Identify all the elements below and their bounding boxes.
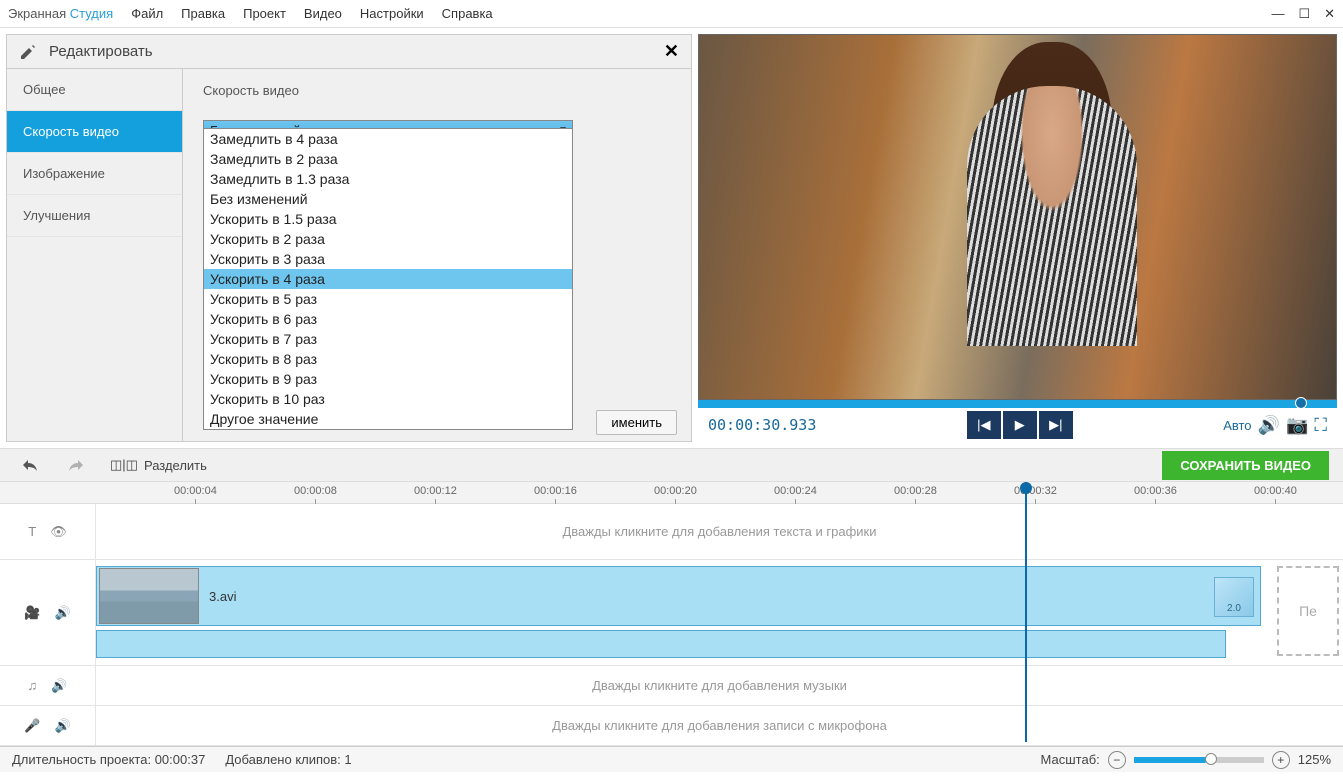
clip-name: 3.avi: [201, 589, 236, 604]
tab-enhance[interactable]: Улучшения: [7, 195, 182, 237]
preview-pane: 00:00:30.933 |◀ ▶ ▶| Авто 🔊 📷 ⛶: [698, 34, 1337, 442]
music-track-hint: Дважды кликните для добавления музыки: [592, 678, 847, 693]
camera-icon[interactable]: 📷: [1286, 415, 1308, 436]
speed-option[interactable]: Замедлить в 4 раза: [204, 129, 572, 149]
seek-knob[interactable]: [1295, 397, 1307, 409]
mic-track-icon: 🎤: [24, 718, 40, 734]
playhead[interactable]: [1025, 482, 1027, 742]
text-track-icon: T: [28, 524, 36, 539]
video-track[interactable]: 3.avi 2.0 Пе: [96, 560, 1343, 665]
timeline-area: 00:00:04 00:00:08 00:00:12 00:00:16 00:00:20…: [0, 482, 1343, 746]
speed-option[interactable]: Замедлить в 2 раза: [204, 149, 572, 169]
ruler-tick: 00:00:40: [1254, 485, 1297, 497]
edit-sidebar: Общее Скорость видео Изображение Улучшен…: [7, 69, 183, 441]
ruler-tick: 00:00:28: [894, 485, 937, 497]
timecode: 00:00:30.933: [708, 416, 816, 434]
zoom-knob[interactable]: [1205, 753, 1217, 765]
zoom-out-button[interactable]: −: [1108, 751, 1126, 769]
auto-label[interactable]: Авто: [1223, 418, 1251, 433]
minimize-icon[interactable]: —: [1271, 6, 1284, 22]
speed-option[interactable]: Ускорить в 8 раз: [204, 349, 572, 369]
speed-option[interactable]: Ускорить в 4 раза: [204, 269, 572, 289]
mic-track[interactable]: Дважды кликните для добавления записи с …: [96, 706, 1343, 745]
next-button[interactable]: ▶|: [1039, 411, 1073, 439]
toolbar: ◫|◫ Разделить СОХРАНИТЬ ВИДЕО: [0, 448, 1343, 482]
ruler-tick: 00:00:04: [174, 485, 217, 497]
prev-button[interactable]: |◀: [967, 411, 1001, 439]
tab-general[interactable]: Общее: [7, 69, 182, 111]
close-icon[interactable]: ✕: [1324, 6, 1335, 22]
speed-option[interactable]: Ускорить в 7 раз: [204, 329, 572, 349]
speed-option[interactable]: Ускорить в 6 раз: [204, 309, 572, 329]
undo-button[interactable]: [14, 454, 48, 476]
ruler-tick: 00:00:24: [774, 485, 817, 497]
edit-title: Редактировать: [49, 43, 153, 60]
speed-field-label: Скорость видео: [203, 83, 671, 98]
drop-zone[interactable]: Пе: [1277, 566, 1339, 656]
split-icon: ◫|◫: [110, 457, 138, 473]
mic-track-hint: Дважды кликните для добавления записи с …: [552, 718, 887, 733]
split-button[interactable]: ◫|◫ Разделить: [102, 453, 215, 477]
tab-video-speed[interactable]: Скорость видео: [7, 111, 182, 153]
speed-option[interactable]: Ускорить в 1.5 раза: [204, 209, 572, 229]
play-button[interactable]: ▶: [1003, 411, 1037, 439]
speed-option[interactable]: Ускорить в 2 раза: [204, 229, 572, 249]
ruler-tick: 00:00:08: [294, 485, 337, 497]
app-title: Экранная Студия: [8, 6, 113, 21]
tab-image[interactable]: Изображение: [7, 153, 182, 195]
speed-option[interactable]: Ускорить в 3 раза: [204, 249, 572, 269]
maximize-icon[interactable]: ☐: [1298, 6, 1310, 22]
speed-option[interactable]: Замедлить в 1.3 раза: [204, 169, 572, 189]
text-track-hint: Дважды кликните для добавления текста и …: [562, 524, 876, 539]
mic-volume-icon[interactable]: 🔊: [55, 718, 71, 734]
speed-badge: 2.0: [1214, 577, 1254, 617]
menu-video[interactable]: Видео: [304, 6, 342, 21]
panel-close-icon[interactable]: ✕: [664, 41, 679, 62]
speed-dropdown: Замедлить в 4 разаЗамедлить в 2 разаЗаме…: [203, 128, 573, 430]
redo-button[interactable]: [58, 454, 92, 476]
edit-icon: [19, 43, 37, 61]
ruler-tick: 00:00:16: [534, 485, 577, 497]
menubar: Экранная Студия Файл Правка Проект Видео…: [0, 0, 1343, 28]
edit-panel: Редактировать ✕ Общее Скорость видео Изо…: [6, 34, 692, 442]
menu-edit[interactable]: Правка: [181, 6, 225, 21]
volume-icon[interactable]: 🔊: [1258, 415, 1280, 436]
save-video-button[interactable]: СОХРАНИТЬ ВИДЕО: [1162, 451, 1329, 480]
seek-bar[interactable]: [698, 400, 1337, 408]
music-track[interactable]: Дважды кликните для добавления музыки: [96, 666, 1343, 705]
zoom-label: Масштаб:: [1041, 752, 1100, 767]
menu-project[interactable]: Проект: [243, 6, 286, 21]
video-clip[interactable]: 3.avi 2.0: [96, 566, 1261, 626]
statusbar: Длительность проекта: 00:00:37 Добавлено…: [0, 746, 1343, 772]
speed-option[interactable]: Ускорить в 5 раз: [204, 289, 572, 309]
music-volume-icon[interactable]: 🔊: [51, 678, 67, 694]
eye-icon[interactable]: 👁: [50, 524, 67, 540]
clip-thumbnail: [99, 568, 199, 624]
clips-label: Добавлено клипов: 1: [225, 752, 351, 767]
fullscreen-icon[interactable]: ⛶: [1314, 415, 1327, 436]
speed-option[interactable]: Без изменений: [204, 189, 572, 209]
menu-settings[interactable]: Настройки: [360, 6, 424, 21]
apply-button[interactable]: именить: [596, 410, 677, 435]
zoom-value: 125%: [1298, 752, 1331, 767]
zoom-in-button[interactable]: +: [1272, 751, 1290, 769]
text-track[interactable]: Дважды кликните для добавления текста и …: [96, 504, 1343, 559]
music-track-icon: ♫: [28, 678, 38, 693]
duration-label: Длительность проекта: 00:00:37: [12, 752, 205, 767]
ruler-tick: 00:00:12: [414, 485, 457, 497]
menu-help[interactable]: Справка: [442, 6, 493, 21]
time-ruler[interactable]: 00:00:04 00:00:08 00:00:12 00:00:16 00:00:20…: [0, 482, 1343, 504]
speed-option[interactable]: Ускорить в 10 раз: [204, 389, 572, 409]
speed-option[interactable]: Ускорить в 9 раз: [204, 369, 572, 389]
audio-waveform[interactable]: [96, 630, 1226, 658]
zoom-slider[interactable]: [1134, 757, 1264, 763]
video-track-icon: 🎥: [24, 605, 40, 621]
video-preview[interactable]: [698, 34, 1337, 400]
ruler-tick: 00:00:36: [1134, 485, 1177, 497]
speed-option[interactable]: Другое значение: [204, 409, 572, 429]
menu-file[interactable]: Файл: [131, 6, 163, 21]
ruler-tick: 00:00:20: [654, 485, 697, 497]
volume-track-icon[interactable]: 🔊: [55, 605, 71, 621]
